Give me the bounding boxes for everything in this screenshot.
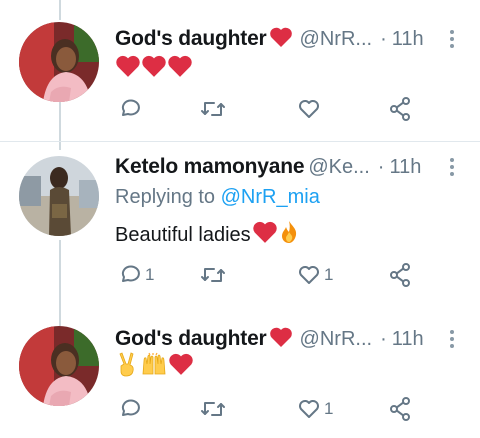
tweet[interactable]: Ketelo mamonyane @Ke... · 11h Replying t…: [0, 142, 480, 310]
user-handle[interactable]: @Ke...: [308, 156, 369, 179]
share-button[interactable]: [388, 260, 412, 290]
avatar[interactable]: [19, 326, 99, 406]
tweet-text: [115, 351, 194, 383]
share-button[interactable]: [388, 394, 412, 424]
heart-outline-icon: [299, 100, 319, 118]
user-handle[interactable]: @NrR...: [300, 28, 373, 51]
replying-to-line: Replying to @NrR_mia: [115, 186, 320, 209]
share-icon: [390, 263, 410, 287]
reply-icon: [121, 399, 140, 416]
retweet-button[interactable]: [200, 94, 229, 124]
red-heart-icon: [115, 54, 141, 84]
reply-count: 1: [145, 265, 155, 284]
timestamp[interactable]: 11h: [389, 156, 421, 179]
tweet-actions: 1: [112, 394, 422, 424]
fire-icon: [279, 220, 299, 250]
like-button[interactable]: 1: [297, 260, 333, 290]
heart-outline-icon: [299, 400, 319, 418]
red-heart-icon: [168, 352, 194, 382]
mention-link[interactable]: @NrR_mia: [221, 186, 320, 208]
reply-icon: [121, 99, 140, 116]
reply-icon: [121, 265, 140, 282]
separator-dot: ·: [377, 155, 385, 178]
tweet-actions: [112, 94, 422, 124]
red-heart-icon: [269, 326, 293, 353]
avatar[interactable]: [19, 22, 99, 102]
timestamp[interactable]: 11h: [392, 28, 424, 51]
tweet-header: God's daughter @NrR... · 11h: [115, 24, 455, 54]
display-name[interactable]: God's daughter: [115, 27, 267, 51]
avatar[interactable]: [19, 156, 99, 236]
display-name[interactable]: God's daughter: [115, 327, 267, 351]
reply-button[interactable]: [118, 94, 145, 124]
like-button[interactable]: 1: [297, 394, 333, 424]
share-icon: [390, 97, 410, 121]
tweet-body: Beautiful ladies: [115, 223, 251, 246]
tweet-actions: 1 1: [112, 260, 422, 290]
more-options-icon[interactable]: [448, 326, 456, 352]
like-count: 1: [324, 265, 334, 284]
raised-hands-icon: [141, 352, 167, 382]
user-handle[interactable]: @NrR...: [300, 328, 373, 351]
tweet[interactable]: God's daughter @NrR... · 11h: [0, 0, 480, 140]
red-heart-icon: [269, 26, 293, 53]
retweet-icon: [201, 102, 225, 116]
tweet-text: Beautiful ladies: [115, 220, 299, 250]
tweet-header: Ketelo mamonyane @Ke... · 11h: [115, 152, 455, 182]
reply-button[interactable]: 1: [118, 260, 154, 290]
display-name[interactable]: Ketelo mamonyane: [115, 155, 305, 179]
retweet-button[interactable]: [200, 260, 229, 290]
separator-dot: ·: [380, 327, 387, 350]
more-options-icon[interactable]: [448, 26, 456, 52]
reply-button[interactable]: [118, 394, 145, 424]
tweet-header: God's daughter @NrR... · 11h: [115, 324, 455, 354]
red-heart-icon: [141, 54, 167, 84]
tweet[interactable]: God's daughter @NrR... · 11h 1: [0, 310, 480, 438]
red-heart-icon: [252, 220, 278, 250]
heart-outline-icon: [299, 266, 319, 284]
timestamp[interactable]: 11h: [392, 328, 424, 351]
red-heart-icon: [167, 54, 193, 84]
retweet-button[interactable]: [200, 394, 229, 424]
like-button[interactable]: [297, 94, 324, 124]
tweet-text: [115, 54, 193, 84]
separator-dot: ·: [380, 27, 387, 50]
victory-hand-icon: [115, 351, 139, 383]
like-count: 1: [324, 399, 334, 418]
share-button[interactable]: [388, 94, 412, 124]
more-options-icon[interactable]: [448, 154, 456, 180]
replying-to-label: Replying to: [115, 186, 216, 208]
retweet-icon: [201, 268, 225, 282]
share-icon: [390, 397, 410, 421]
retweet-icon: [201, 402, 225, 416]
